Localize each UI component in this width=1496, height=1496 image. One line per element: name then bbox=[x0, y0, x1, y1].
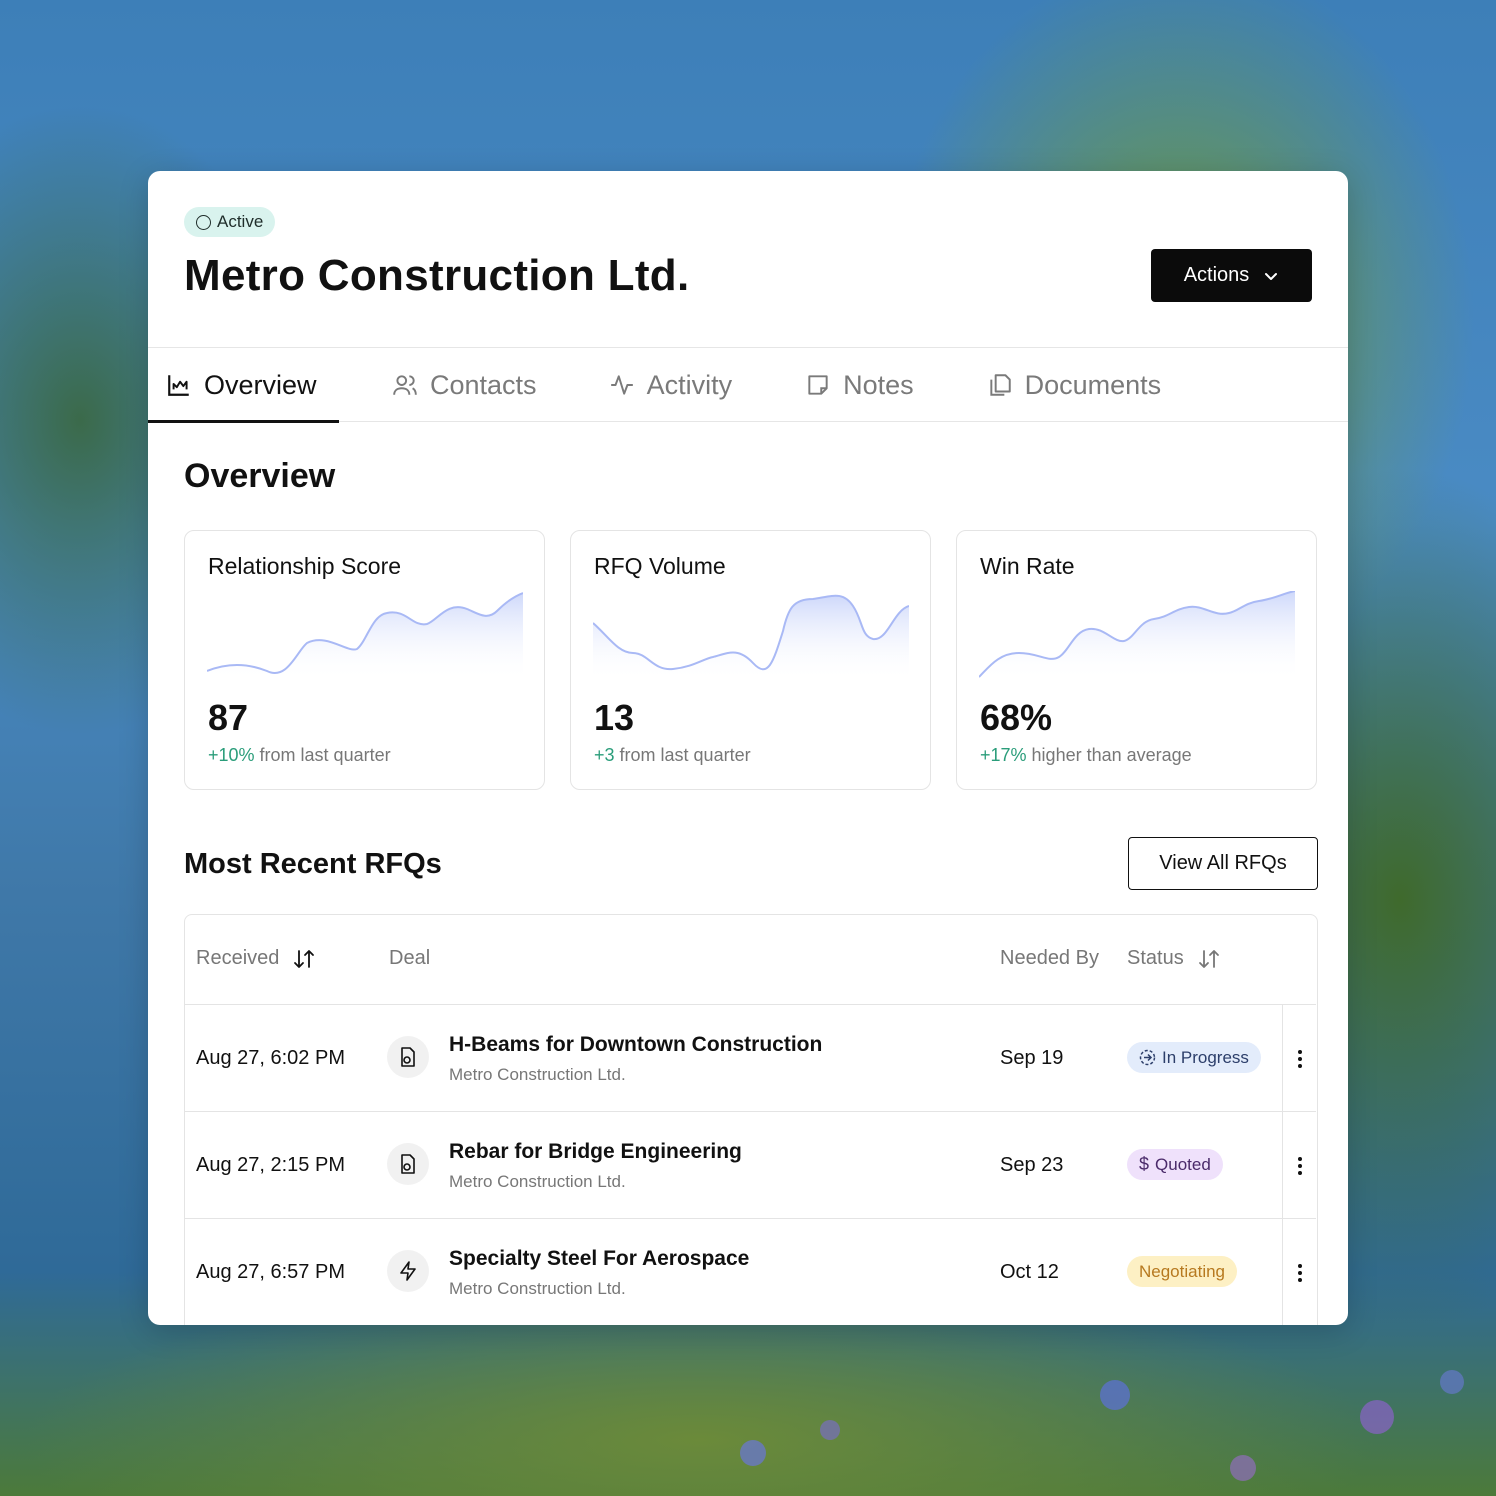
stat-card-relationship-score: Relationship Score 87 +10% from last qua… bbox=[184, 530, 545, 790]
stat-value: 68% bbox=[980, 697, 1053, 738]
table-row[interactable]: Aug 27, 2:15 PM Rebar for Bridge Enginee… bbox=[185, 1111, 1316, 1219]
stat-card-rfq-volume: RFQ Volume 13 +3 from last quarter bbox=[570, 530, 931, 790]
rfqs-heading: Most Recent RFQs bbox=[184, 848, 442, 880]
tab-contacts[interactable]: Contacts bbox=[392, 348, 537, 422]
received-cell: Aug 27, 6:57 PM bbox=[196, 1261, 345, 1283]
status-badge: $ Quoted bbox=[1127, 1149, 1223, 1180]
page-title: Metro Construction Ltd. bbox=[184, 251, 690, 300]
column-header-deal: Deal bbox=[389, 947, 430, 970]
chart-icon bbox=[168, 375, 189, 396]
view-all-rfqs-button[interactable]: View All RFQs bbox=[1128, 837, 1318, 890]
status-label: Negotiating bbox=[1139, 1261, 1226, 1281]
received-cell: Aug 27, 6:02 PM bbox=[196, 1047, 345, 1069]
stat-change-text: higher than average bbox=[1026, 745, 1192, 765]
column-header-received[interactable]: Received bbox=[196, 947, 315, 970]
rfq-table: Received Deal Needed By Status Aug 27, 6… bbox=[184, 914, 1318, 1325]
users-icon bbox=[393, 375, 417, 395]
deal-company: Metro Construction Ltd. bbox=[449, 1279, 626, 1298]
status-badge: Active bbox=[184, 207, 276, 237]
stat-change-positive: +17% bbox=[980, 745, 1027, 765]
company-card: Active Metro Construction Ltd. Actions O… bbox=[148, 171, 1348, 1325]
status-badge-label: Active bbox=[217, 212, 264, 231]
deal-title[interactable]: Specialty Steel For Aerospace bbox=[449, 1247, 749, 1271]
status-badge: Negotiating bbox=[1127, 1256, 1238, 1287]
column-header-label: Needed By bbox=[1000, 947, 1099, 969]
row-menu-button[interactable] bbox=[1282, 1005, 1316, 1112]
activity-icon bbox=[610, 375, 633, 395]
document-gear-icon bbox=[387, 1143, 429, 1185]
tab-overview[interactable]: Overview bbox=[148, 348, 339, 423]
table-row[interactable]: Aug 27, 6:02 PM H-Beams for Downtown Con… bbox=[185, 1004, 1316, 1112]
needed-by-cell: Oct 12 bbox=[1000, 1261, 1059, 1283]
stat-change-text: from last quarter bbox=[614, 745, 751, 765]
document-gear-icon bbox=[387, 1036, 429, 1078]
status-badge: In Progress bbox=[1127, 1042, 1261, 1073]
sparkline-chart bbox=[979, 591, 1295, 681]
lightning-icon bbox=[387, 1250, 429, 1292]
stat-change: +17% higher than average bbox=[980, 745, 1192, 766]
needed-by-cell: Sep 23 bbox=[1000, 1154, 1064, 1176]
actions-button[interactable]: Actions bbox=[1151, 249, 1312, 302]
actions-button-label: Actions bbox=[1183, 264, 1250, 286]
sort-icon bbox=[1198, 949, 1219, 968]
deal-company: Metro Construction Ltd. bbox=[449, 1172, 626, 1191]
more-vertical-icon bbox=[1297, 1156, 1302, 1175]
stat-label: Relationship Score bbox=[208, 553, 402, 579]
overview-heading: Overview bbox=[184, 457, 336, 495]
stat-value: 13 bbox=[594, 697, 635, 738]
stat-label: Win Rate bbox=[980, 553, 1075, 579]
tab-label: Activity bbox=[646, 369, 733, 400]
stat-change-positive: +3 bbox=[594, 745, 615, 765]
stat-card-win-rate: Win Rate 68% +17% higher than average bbox=[956, 530, 1317, 790]
stat-label: RFQ Volume bbox=[594, 553, 726, 579]
more-vertical-icon bbox=[1297, 1263, 1302, 1282]
tab-label: Contacts bbox=[430, 369, 537, 400]
tab-bar: Overview Contacts Activity Notes Documen… bbox=[148, 348, 1348, 423]
sort-icon bbox=[294, 949, 315, 968]
tab-label: Overview bbox=[204, 369, 317, 400]
sparkline-chart bbox=[207, 592, 523, 681]
progress-icon bbox=[1139, 1049, 1156, 1066]
tab-activity[interactable]: Activity bbox=[609, 348, 733, 422]
stat-change-text: from last quarter bbox=[254, 745, 391, 765]
stat-change: +10% from last quarter bbox=[208, 745, 391, 766]
row-menu-button[interactable] bbox=[1282, 1219, 1316, 1325]
status-circle-icon bbox=[196, 214, 211, 230]
tab-label: Notes bbox=[843, 369, 914, 400]
stat-change-positive: +10% bbox=[208, 745, 255, 765]
column-header-label: Status bbox=[1127, 947, 1184, 969]
status-label: Quoted bbox=[1155, 1154, 1211, 1174]
company-header: Active Metro Construction Ltd. Actions bbox=[148, 171, 1348, 348]
tab-documents[interactable]: Documents bbox=[987, 348, 1162, 422]
sparkline-chart bbox=[593, 594, 909, 681]
table-row[interactable]: Aug 27, 6:57 PM Specialty Steel For Aero… bbox=[185, 1218, 1316, 1325]
deal-title[interactable]: H-Beams for Downtown Construction bbox=[449, 1033, 822, 1057]
column-header-needed-by: Needed By bbox=[1000, 947, 1099, 970]
dollar-icon: $ bbox=[1139, 1154, 1150, 1174]
deal-company: Metro Construction Ltd. bbox=[449, 1065, 626, 1084]
stat-value: 87 bbox=[208, 697, 249, 738]
chevron-down-icon bbox=[1265, 272, 1278, 280]
note-icon bbox=[808, 375, 828, 395]
tab-notes[interactable]: Notes bbox=[805, 348, 914, 422]
more-vertical-icon bbox=[1297, 1049, 1302, 1068]
column-header-label: Received bbox=[196, 947, 280, 969]
stat-change: +3 from last quarter bbox=[594, 745, 751, 766]
deal-title[interactable]: Rebar for Bridge Engineering bbox=[449, 1140, 742, 1164]
documents-icon bbox=[989, 374, 1011, 396]
column-header-status[interactable]: Status bbox=[1127, 947, 1220, 970]
row-menu-button[interactable] bbox=[1282, 1112, 1316, 1219]
column-header-label: Deal bbox=[389, 947, 431, 969]
tab-label: Documents bbox=[1024, 369, 1162, 400]
status-label: In Progress bbox=[1162, 1047, 1249, 1067]
received-cell: Aug 27, 2:15 PM bbox=[196, 1154, 345, 1176]
needed-by-cell: Sep 19 bbox=[1000, 1047, 1064, 1069]
